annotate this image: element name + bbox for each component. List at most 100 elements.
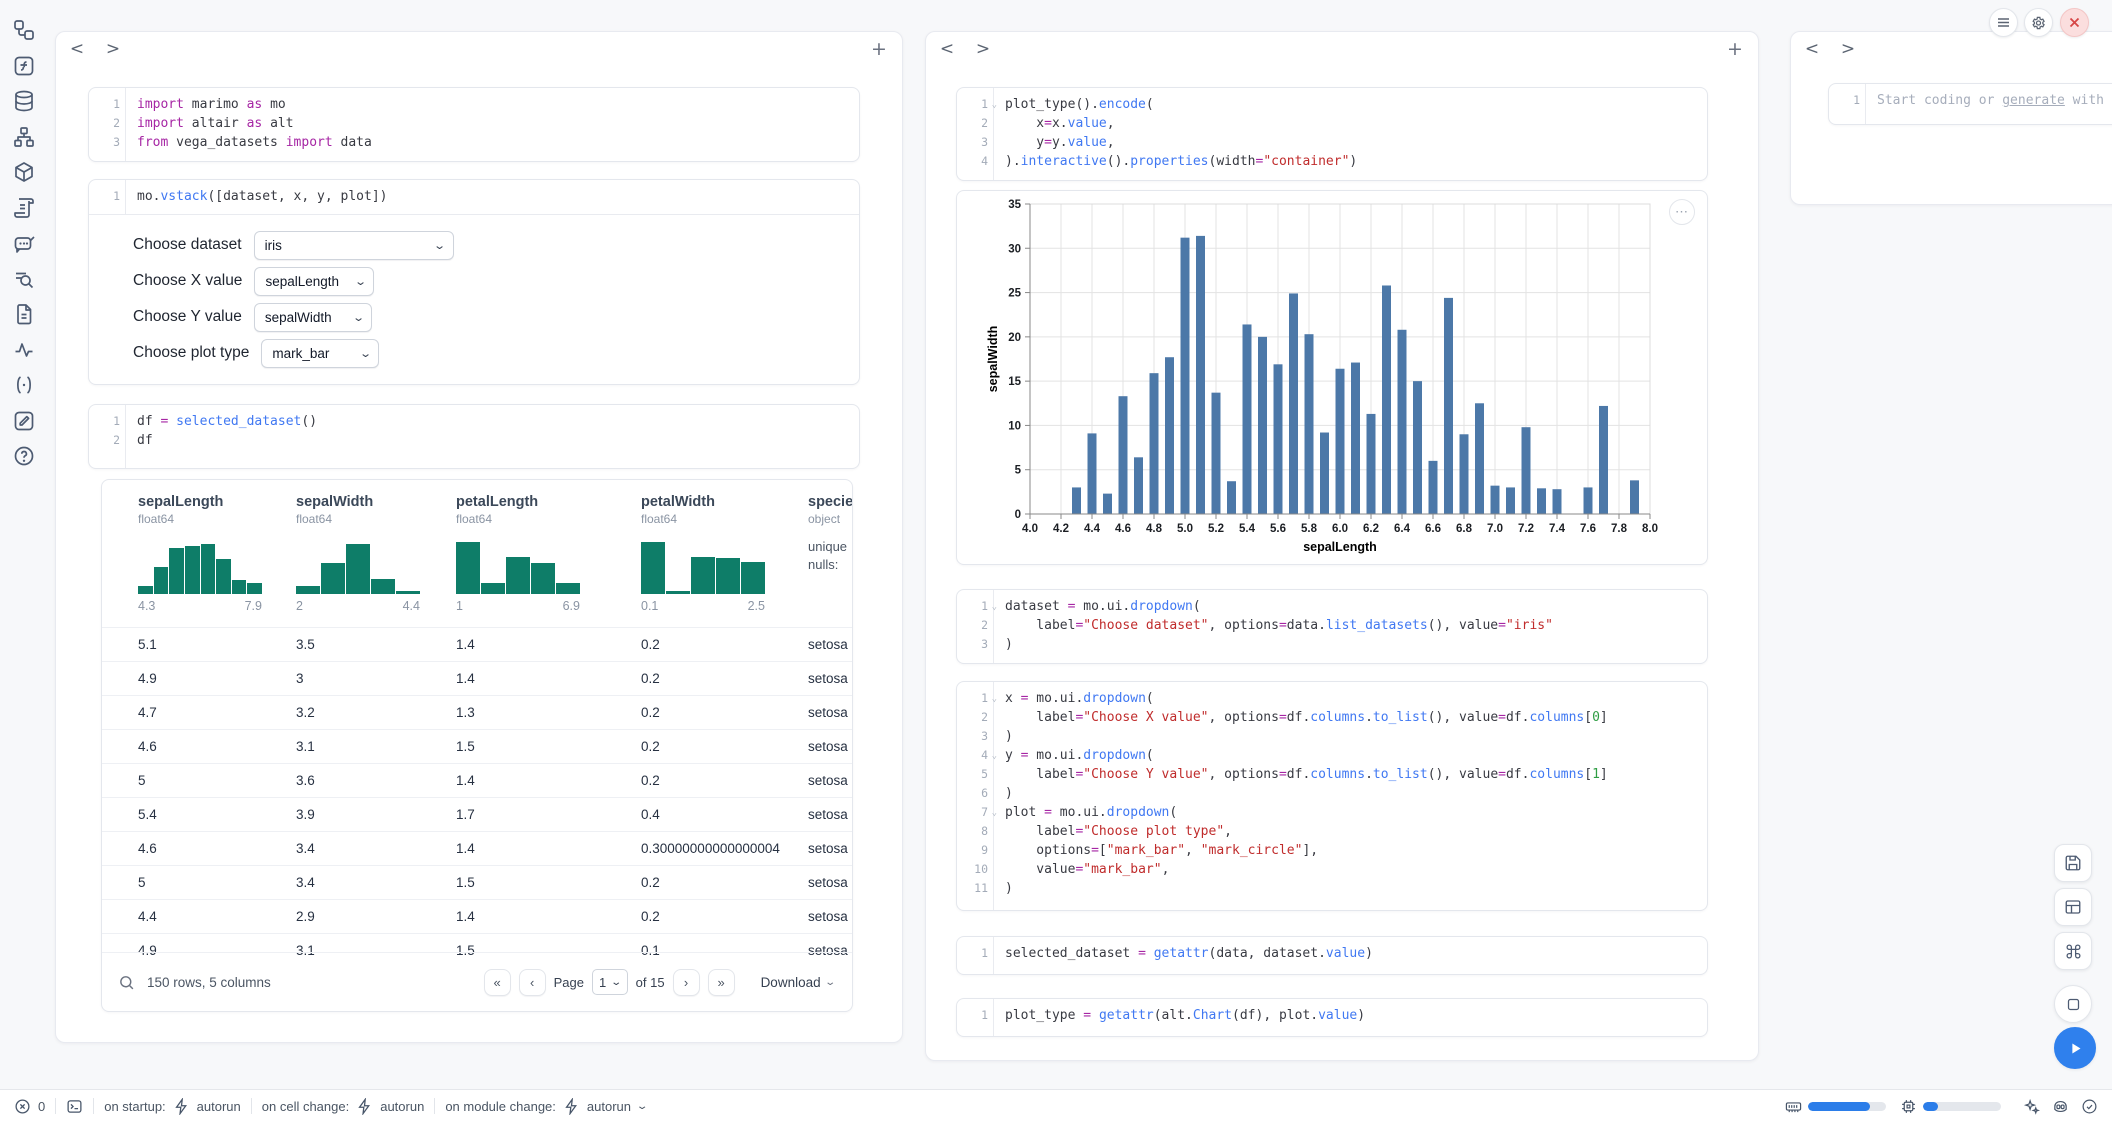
dropdown-select[interactable]: sepalLength⌄ <box>254 267 374 296</box>
table-row[interactable]: 4.63.11.50.2setosa <box>102 729 852 763</box>
terminal-button[interactable] <box>66 1098 83 1115</box>
chart-output-cell: 4.04.24.44.64.85.05.25.45.65.86.06.26.46… <box>956 190 1708 565</box>
packages-icon <box>12 160 36 184</box>
layout-button[interactable] <box>2054 888 2092 926</box>
error-count-badge[interactable]: 0 <box>14 1098 45 1115</box>
sidebar-item-dependencies[interactable] <box>12 125 36 149</box>
sidebar-item-documentation[interactable] <box>12 302 36 326</box>
last-page-button[interactable]: » <box>708 969 735 996</box>
code-cell-xy-plot-dropdowns[interactable]: 1⌄234⌄567⌄891011x = mo.ui.dropdown( labe… <box>956 681 1708 911</box>
connection-status-button[interactable] <box>2081 1098 2098 1115</box>
search-icon[interactable] <box>118 974 135 991</box>
code-cell-vstack[interactable]: 1mo.vstack([dataset, x, y, plot]) Choose… <box>88 179 860 385</box>
svg-text:35: 35 <box>1008 199 1021 211</box>
sparkles-icon <box>2023 1098 2040 1115</box>
lightning-icon <box>563 1098 580 1115</box>
sidebar-item-file-tree[interactable] <box>12 18 36 42</box>
sidebar-item-snippets[interactable] <box>12 373 36 397</box>
runmode-on-startup-[interactable]: on startup:autorun <box>104 1098 241 1115</box>
sidebar-item-database[interactable] <box>12 89 36 113</box>
dropdown-select[interactable]: mark_bar⌄ <box>261 339 379 368</box>
menu-button[interactable] <box>1989 8 2018 37</box>
empty-code-cell[interactable]: 1 Start coding or generate with AI <box>1828 83 2112 125</box>
run-all-button[interactable] <box>2054 1027 2096 1069</box>
error-circle-icon <box>14 1098 31 1115</box>
column-header-species[interactable]: speciesobjectuniquenulls: <box>808 494 853 613</box>
table-row[interactable]: 4.42.91.40.2setosa <box>102 899 852 933</box>
svg-text:6.2: 6.2 <box>1363 523 1379 535</box>
download-button[interactable]: Download⌄ <box>761 975 834 990</box>
column-histogram[interactable] <box>138 538 262 594</box>
code-cell-selected-dataset[interactable]: 1selected_dataset = getattr(data, datase… <box>956 936 1708 975</box>
sidebar-item-packages[interactable] <box>12 160 36 184</box>
add-cell-button[interactable]: + <box>1724 38 1746 60</box>
middle-notebook-panel: < > + 1⌄234plot_type().encode( x=x.value… <box>925 31 1759 1061</box>
column-histogram[interactable] <box>641 538 765 594</box>
column-header-petalWidth[interactable]: petalWidthfloat640.12.5 <box>641 494 808 613</box>
chevron-down-icon: ⌄ <box>636 1101 649 1112</box>
column-header-sepalWidth[interactable]: sepalWidthfloat6424.4 <box>296 494 456 613</box>
table-row[interactable]: 53.41.50.2setosa <box>102 865 852 899</box>
table-row[interactable]: 5.13.51.40.2setosa <box>102 627 852 661</box>
dropdown-select[interactable]: iris⌄ <box>254 231 454 260</box>
command-icon <box>2065 943 2082 960</box>
dropdown-select[interactable]: sepalWidth⌄ <box>254 303 372 332</box>
keyboard-shortcuts-button[interactable] <box>2054 932 2092 970</box>
next-page-button[interactable]: › <box>673 969 700 996</box>
svg-text:4.8: 4.8 <box>1146 523 1163 535</box>
save-button[interactable] <box>2054 844 2092 882</box>
table-row[interactable]: 4.931.40.2setosa <box>102 661 852 695</box>
sidebar-item-logs[interactable] <box>12 196 36 220</box>
table-row[interactable]: 4.63.41.40.30000000000000004setosa <box>102 831 852 865</box>
prev-page-button[interactable]: ‹ <box>519 969 546 996</box>
settings-button[interactable] <box>2024 8 2053 37</box>
code-cell-plot-type[interactable]: 1plot_type = getattr(alt.Chart(df), plot… <box>956 998 1708 1037</box>
column-header-sepalLength[interactable]: sepalLengthfloat644.37.9 <box>138 494 296 613</box>
panel-back-button[interactable]: < <box>1801 38 1823 60</box>
left-notebook-panel: < > + 123import marimo as moimport altai… <box>55 31 903 1043</box>
sidebar-item-chat[interactable] <box>12 231 36 255</box>
sidebar-item-help[interactable] <box>12 444 36 468</box>
shutdown-button[interactable] <box>2060 8 2089 37</box>
svg-text:5.0: 5.0 <box>1177 523 1193 535</box>
sidebar-item-outline[interactable] <box>12 267 36 291</box>
code-cell-df[interactable]: 12df = selected_dataset()df <box>88 404 860 469</box>
runmode-on-module-change-[interactable]: on module change:autorun⌄ <box>445 1098 646 1115</box>
table-row[interactable]: 53.61.40.2setosa <box>102 763 852 797</box>
ai-sparkles-button[interactable] <box>2023 1098 2040 1115</box>
panel-forward-button[interactable]: > <box>1837 38 1859 60</box>
first-page-button[interactable]: « <box>484 969 511 996</box>
help-icon <box>12 444 36 468</box>
svg-text:25: 25 <box>1008 288 1021 300</box>
svg-text:7.8: 7.8 <box>1611 523 1628 535</box>
column-header-petalLength[interactable]: petalLengthfloat6416.9 <box>456 494 641 613</box>
chart-menu-button[interactable]: ⋯ <box>1669 199 1695 225</box>
code-cell-plot[interactable]: 1⌄234plot_type().encode( x=x.value, y=y.… <box>956 87 1708 181</box>
svg-text:8.0: 8.0 <box>1642 523 1658 535</box>
sidebar-item-variables[interactable] <box>12 54 36 78</box>
copilot-button[interactable] <box>2052 1098 2069 1115</box>
editor-placeholder: Start coding or generate with AI <box>1877 91 2112 110</box>
sidebar-item-tracing[interactable] <box>12 338 36 362</box>
code-cell-dataset-dropdown[interactable]: 1⌄23dataset = mo.ui.dropdown( label="Cho… <box>956 589 1708 664</box>
runmode-value: autorun <box>197 1099 241 1114</box>
panel-back-button[interactable]: < <box>66 38 88 60</box>
page-select[interactable]: 1⌄ <box>592 969 628 995</box>
minimap-button[interactable] <box>2054 985 2092 1023</box>
table-row[interactable]: 4.73.21.30.2setosa <box>102 695 852 729</box>
sidebar-item-scratchpad[interactable] <box>12 409 36 433</box>
file-tree-icon <box>12 18 36 42</box>
panel-forward-button[interactable]: > <box>972 38 994 60</box>
column-histogram[interactable] <box>456 538 580 594</box>
runmode-on-cell-change-[interactable]: on cell change:autorun <box>262 1098 425 1115</box>
square-icon <box>2066 997 2081 1012</box>
panel-back-button[interactable]: < <box>936 38 958 60</box>
table-row[interactable]: 5.43.91.70.4setosa <box>102 797 852 831</box>
bar-chart[interactable]: 4.04.24.44.64.85.05.25.45.65.86.06.26.46… <box>957 191 1707 564</box>
add-cell-button[interactable]: + <box>868 38 890 60</box>
y-axis-title: sepalWidth <box>986 326 1000 393</box>
runmode-value: autorun <box>380 1099 424 1114</box>
code-cell-imports[interactable]: 123import marimo as moimport altair as a… <box>88 87 860 162</box>
column-histogram[interactable] <box>296 538 420 594</box>
panel-forward-button[interactable]: > <box>102 38 124 60</box>
